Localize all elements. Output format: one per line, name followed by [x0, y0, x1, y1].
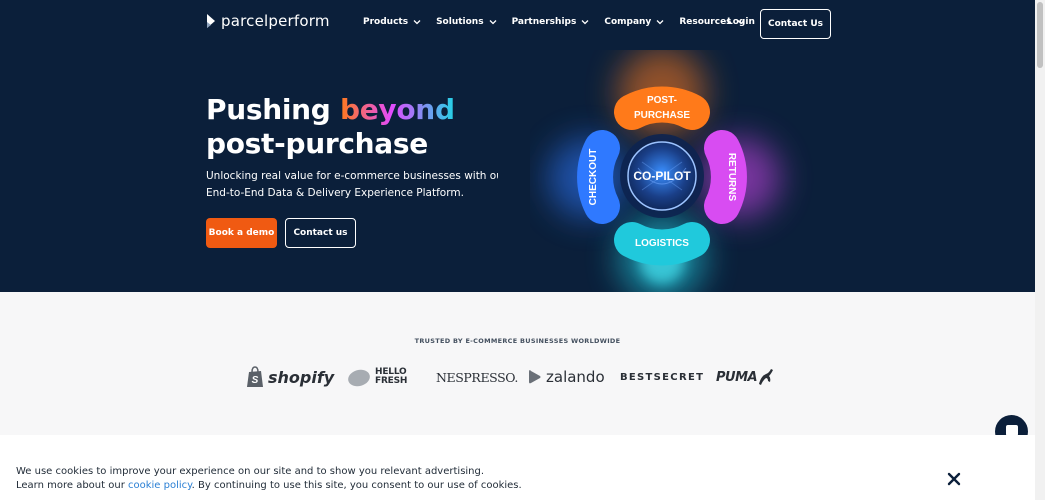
menu-company-label: Company [604, 17, 652, 27]
chevron-down-icon [581, 20, 589, 25]
trusted-by-section: TRUSTED BY E-COMMERCE BUSINESSES WORLDWI… [0, 292, 1035, 435]
shopify-logo: S shopify [246, 362, 334, 392]
parcelperform-logo-icon [207, 14, 215, 28]
cookie-message: We use cookies to improve your experienc… [16, 465, 522, 493]
top-navigation: parcelperform Products Solutions Partner… [0, 0, 1035, 46]
menu-resources-label: Resources [679, 17, 732, 27]
subtitle-line-1: Unlocking real value for e-commerce busi… [206, 170, 498, 182]
hero-headline: Pushing beyond post-purchase [206, 93, 455, 161]
svg-text:S: S [252, 375, 259, 386]
close-icon[interactable] [946, 471, 962, 487]
hero-section: parcelperform Products Solutions Partner… [0, 0, 1035, 292]
login-link[interactable]: Login [727, 17, 755, 27]
wheel-segment-top-line2: PURCHASE [634, 110, 690, 121]
hero-subtitle: Unlocking real value for e-commerce busi… [206, 168, 498, 204]
cookie-line-1: We use cookies to improve your experienc… [16, 466, 485, 477]
wheel-center-label: CO-PILOT [633, 169, 691, 183]
page-scrollbar[interactable] [1035, 0, 1045, 500]
headline-word-pushing: Pushing [206, 93, 331, 126]
cookie-policy-link[interactable]: cookie policy [128, 480, 192, 491]
contact-us-button[interactable]: Contact Us [760, 9, 831, 39]
headline-line-2: post-purchase [206, 127, 428, 160]
contact-us-hero-button[interactable]: Contact us [285, 218, 356, 248]
chevron-down-icon [489, 20, 497, 25]
puma-cat-icon [759, 369, 774, 385]
shopify-bag-icon: S [247, 366, 263, 387]
bestsecret-logo: BESTSECRET [620, 371, 705, 383]
puma-logo: PUMA [716, 362, 774, 392]
brand-logo-row: S shopify HELLO FRESH NESPRESSO. zalando… [246, 362, 776, 392]
cookie-line-2-prefix: Learn more about our [16, 480, 128, 491]
menu-partnerships-label: Partnerships [511, 17, 577, 27]
nespresso-logo: NESPRESSO. [436, 369, 518, 385]
chevron-down-icon [656, 20, 664, 25]
subtitle-line-2: End-to-End Data & Delivery Experience Pl… [206, 187, 464, 199]
trusted-by-label: TRUSTED BY E-COMMERCE BUSINESSES WORLDWI… [414, 337, 621, 345]
scrollbar-thumb[interactable] [1037, 2, 1043, 68]
menu-products-label: Products [363, 17, 409, 27]
menu-products[interactable]: Products [363, 17, 421, 27]
menu-solutions-label: Solutions [436, 17, 484, 27]
brand-logo[interactable]: parcelperform [206, 12, 330, 30]
menu-solutions[interactable]: Solutions [436, 17, 497, 27]
hellofresh-logo: HELLO FRESH [347, 362, 407, 392]
copilot-wheel-graphic: CO-PILOT POST- PURCHASE RETURNS LOGISTIC… [548, 50, 780, 292]
cookie-line-2-suffix: . By continuing to use this site, you co… [191, 480, 522, 491]
wheel-segment-right: RETURNS [726, 153, 737, 202]
headline-word-beyond: beyond [339, 93, 455, 126]
puma-wordmark: PUMA [716, 369, 758, 385]
zalando-logo: zalando [528, 362, 605, 392]
hellofresh-lime-icon [348, 369, 370, 387]
zalando-play-icon [529, 370, 541, 384]
menu-company[interactable]: Company [604, 17, 664, 27]
zalando-wordmark: zalando [546, 368, 605, 386]
chevron-down-icon [413, 20, 421, 25]
menu-partnerships[interactable]: Partnerships [512, 17, 590, 27]
brand-name: parcelperform [221, 12, 330, 30]
cookie-banner: We use cookies to improve your experienc… [0, 435, 1035, 500]
main-menu: Products Solutions Partnerships Company … [363, 17, 760, 27]
wheel-segment-top-line1: POST- [647, 95, 677, 106]
hellofresh-line-2: FRESH [375, 376, 408, 386]
shopify-wordmark: shopify [268, 367, 335, 387]
wheel-segment-bottom: LOGISTICS [635, 238, 689, 249]
wheel-segment-left: CHECKOUT [588, 149, 599, 206]
book-demo-button[interactable]: Book a demo [206, 218, 277, 248]
